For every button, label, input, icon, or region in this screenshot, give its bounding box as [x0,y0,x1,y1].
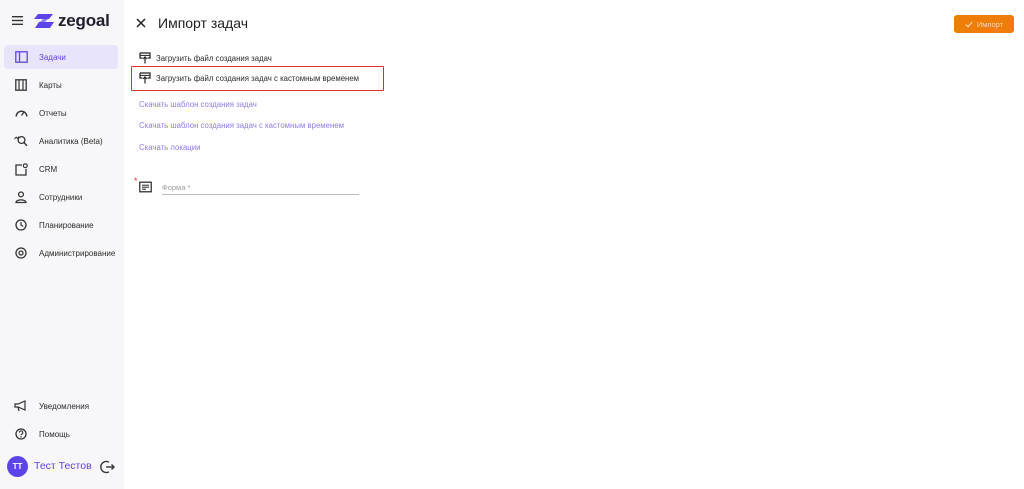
sidebar-item-maps[interactable]: Карты [4,73,118,97]
sidebar-item-employees[interactable]: Сотрудники [4,185,118,209]
sidebar-item-label: Администрирование [39,248,116,258]
upload-icon [139,72,151,84]
sidebar-item-label: Аналитика (Beta) [39,136,103,146]
sidebar-item-reports[interactable]: Отчеты [4,101,118,125]
download-template-link[interactable]: Скачать шаблон создания задач [139,100,257,109]
sidebar-item-notifications[interactable]: Уведомления [4,394,118,418]
gauge-icon [14,106,28,120]
page-title: Импорт задач [158,15,248,31]
form-icon [139,180,152,193]
help-icon [14,427,28,441]
sidebar-item-tasks[interactable]: Задачи [4,45,118,69]
tasks-icon [14,50,28,64]
download-locations-link[interactable]: Скачать локации [139,143,200,152]
sidebar-item-help[interactable]: Помощь [4,422,118,446]
sidebar-item-planning[interactable]: Планирование [4,213,118,237]
form-select-field: * Форма * [134,176,360,198]
import-button-label: Импорт [976,19,1004,29]
settings-icon [14,246,28,260]
upload-label: Загрузить файл создания задач [156,53,272,63]
clock-icon [14,218,28,232]
import-button[interactable]: Импорт [954,15,1014,33]
avatar[interactable]: ТТ [7,456,28,477]
sidebar-nav: Задачи Карты Отчеты Аналитика (Beta) CRM [0,45,124,269]
analytics-search-icon [14,134,28,148]
download-custom-time-template-link[interactable]: Скачать шаблон создания задач с кастомны… [139,121,344,130]
upload-custom-time-file-button[interactable]: Загрузить файл создания задач с кастомны… [139,71,359,85]
form-input[interactable]: Форма * [162,178,359,195]
sidebar-item-label: Сотрудники [39,192,83,202]
user-name[interactable]: Тест Тестов [34,460,92,472]
sidebar-bottom-nav: Уведомления Помощь [0,394,124,450]
check-icon [965,21,973,28]
sidebar-item-label: Уведомления [39,401,90,411]
logout-icon[interactable] [100,459,116,475]
sidebar-item-analytics[interactable]: Аналитика (Beta) [4,129,118,153]
form-placeholder: Форма * [162,183,191,192]
user-profile: ТТ Тест Тестов [0,455,124,479]
upload-tasks-file-button[interactable]: Загрузить файл создания задач [139,51,272,65]
close-icon[interactable] [134,16,148,30]
megaphone-icon [14,399,28,413]
sidebar-item-crm[interactable]: CRM [4,157,118,181]
sidebar-item-label: CRM [39,164,58,174]
brand-bar: zegoal [0,0,124,42]
sidebar-item-label: Карты [39,80,62,90]
upload-label: Загрузить файл создания задач с кастомны… [156,73,360,83]
map-icon [14,78,28,92]
sidebar-item-label: Планирование [39,220,94,230]
sidebar-item-label: Отчеты [39,108,67,118]
sidebar-item-administration[interactable]: Администрирование [4,241,118,265]
upload-icon [139,52,151,64]
app-name: zegoal [58,11,110,30]
zegoal-logo-icon [34,14,54,28]
sidebar: zegoal Задачи Карты Отчеты Аналитика (Be… [0,0,124,489]
crm-icon [14,162,28,176]
hamburger-menu-icon[interactable] [9,12,25,28]
employees-icon [14,190,28,204]
sidebar-item-label: Задачи [39,52,66,62]
required-mark: * [134,176,138,186]
sidebar-item-label: Помощь [39,429,70,439]
logo[interactable]: zegoal [34,11,110,31]
